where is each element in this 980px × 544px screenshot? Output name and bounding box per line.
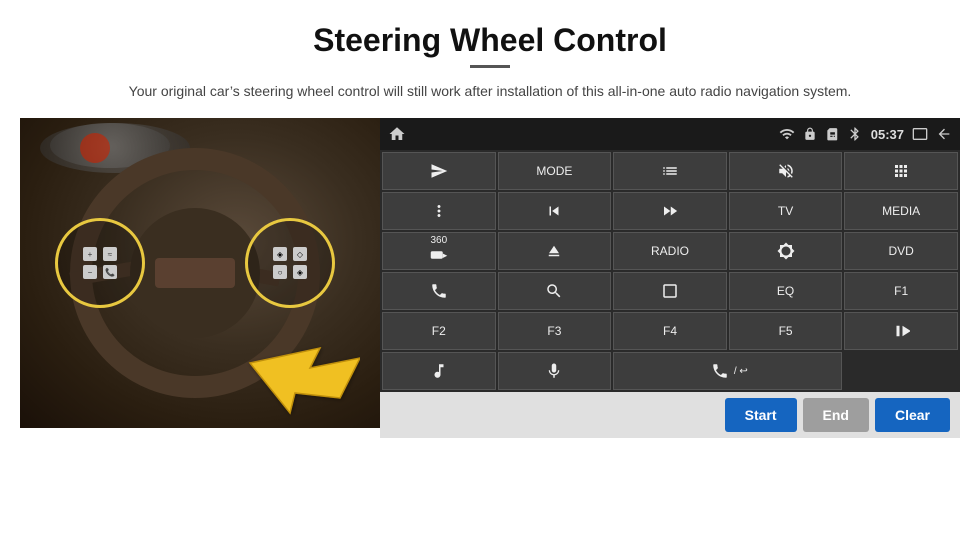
callout-circle-right: ◈ ◇ ○ ◈ [245,218,335,308]
subtitle: Your original car’s steering wheel contr… [0,80,980,102]
btn-settings[interactable] [382,192,496,230]
btn-phone-end[interactable]: / ↩ [613,352,842,390]
radio-topbar: 05:37 [380,118,960,150]
btn-eject[interactable] [498,232,612,270]
wifi-icon [779,126,795,142]
btn-media[interactable]: MEDIA [844,192,958,230]
btn-f1[interactable]: F1 [844,272,958,310]
callout-circle-left: + ≈ − 📞 [55,218,145,308]
steering-bg: + ≈ − 📞 ◈ ◇ [20,118,380,428]
yellow-arrow [240,338,360,418]
btn-rewind[interactable] [498,192,612,230]
btn-mute[interactable] [729,152,843,190]
topbar-left [388,125,406,143]
page-title: Steering Wheel Control [0,0,980,65]
radio-panel: 05:37 MODE [380,118,960,438]
home-icon [388,125,406,143]
radio-grid: MODE TV [380,150,960,392]
btn-brightness[interactable] [729,232,843,270]
btn-search[interactable] [498,272,612,310]
btn-phone[interactable] [382,272,496,310]
btn-tv[interactable]: TV [729,192,843,230]
back-icon [936,126,952,142]
steering-hub [130,208,260,338]
btn-360cam[interactable]: 360 [382,232,496,270]
mirror-icon [912,126,928,142]
btn-dvd[interactable]: DVD [844,232,958,270]
btn-playpause[interactable] [844,312,958,350]
btn-music[interactable] [382,352,496,390]
btn-mic[interactable] [498,352,612,390]
btn-f4[interactable]: F4 [613,312,727,350]
start-button[interactable]: Start [725,398,797,432]
topbar-right: 05:37 [779,126,952,142]
page-wrapper: Steering Wheel Control Your original car… [0,0,980,438]
btn-rectangle[interactable] [613,272,727,310]
bluetooth-icon [847,126,863,142]
btn-f5[interactable]: F5 [729,312,843,350]
bottom-bar: Start End Clear [380,392,960,438]
topbar-time: 05:37 [871,127,904,142]
sim-icon [825,127,839,141]
end-button[interactable]: End [803,398,869,432]
content-area: + ≈ − 📞 ◈ ◇ [0,118,980,438]
btn-f3[interactable]: F3 [498,312,612,350]
btn-list[interactable] [613,152,727,190]
btn-mode[interactable]: MODE [498,152,612,190]
btn-f2[interactable]: F2 [382,312,496,350]
btn-eq[interactable]: EQ [729,272,843,310]
steering-wheel-image: + ≈ − 📞 ◈ ◇ [20,118,380,428]
btn-fastforward[interactable] [613,192,727,230]
btn-navigate[interactable] [382,152,496,190]
clear-button[interactable]: Clear [875,398,950,432]
btn-radio[interactable]: RADIO [613,232,727,270]
title-divider [470,65,510,68]
lock-icon [803,127,817,141]
btn-apps[interactable] [844,152,958,190]
